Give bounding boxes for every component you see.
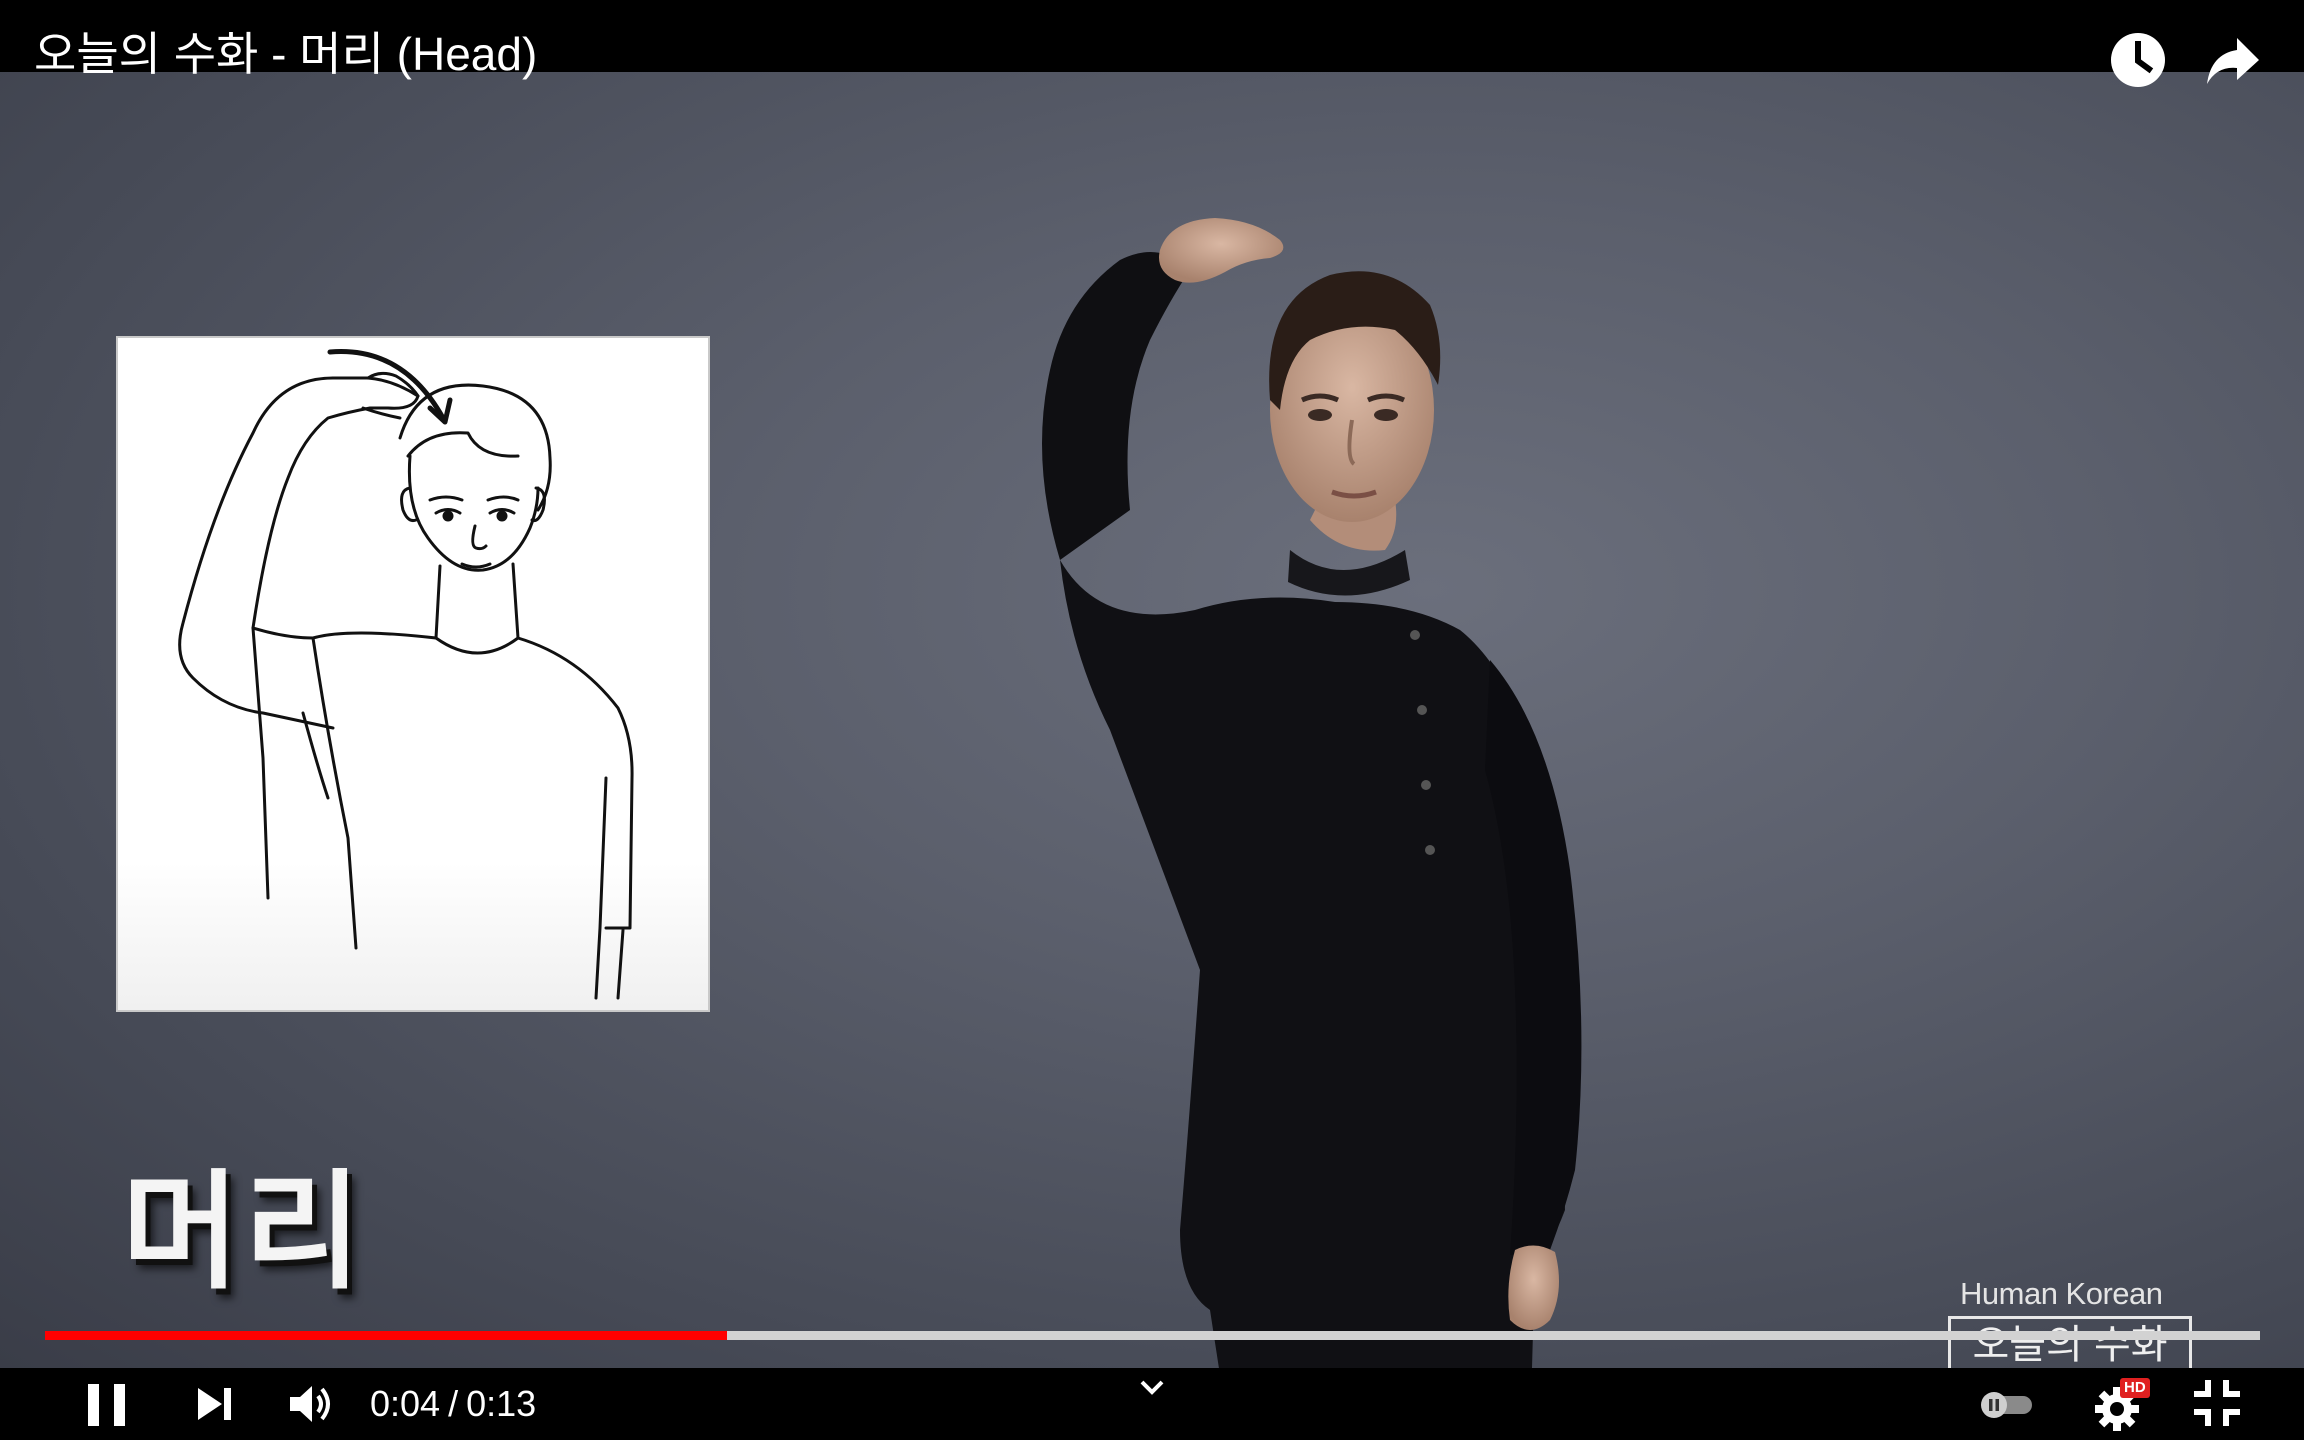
video-frame[interactable]: 머리 Human Korean 오늘의 수화 <box>0 70 2304 1368</box>
caption-word: 머리 <box>122 1157 366 1307</box>
autoplay-toggle-icon[interactable] <box>1976 1388 2036 1420</box>
sign-illustration <box>116 336 710 1012</box>
clock-icon[interactable] <box>2108 30 2168 90</box>
watermark-line2: 오늘의 수화 <box>1972 1323 2168 1367</box>
current-time: 0:04 <box>370 1383 441 1424</box>
gear-icon[interactable]: HD <box>2092 1376 2156 1434</box>
pause-icon[interactable] <box>82 1376 132 1432</box>
hd-badge: HD <box>2120 1378 2150 1398</box>
time-separator: / <box>448 1383 459 1424</box>
watermark-box: 오늘의 수화 <box>1948 1316 2192 1368</box>
presenter-figure <box>1042 218 1582 1368</box>
progress-played <box>45 1331 728 1340</box>
control-bar: 0:04/0:13 HD <box>0 1368 2304 1440</box>
channel-watermark[interactable]: Human Korean 오늘의 수화 <box>1948 1276 2196 1368</box>
video-player[interactable]: 머리 Human Korean 오늘의 수화 오늘의 수화 - 머리 (Head… <box>0 0 2304 1440</box>
time-display: 0:04/0:13 <box>370 1382 536 1426</box>
duration: 0:13 <box>466 1383 537 1424</box>
chevron-down-icon[interactable] <box>1134 1372 1170 1402</box>
illustration-drawing <box>178 349 634 1000</box>
watermark-line1: Human Korean <box>1960 1276 2163 1311</box>
progress-bar[interactable] <box>45 1331 2260 1340</box>
skip-next-icon[interactable] <box>196 1378 236 1430</box>
exit-fullscreen-icon[interactable] <box>2192 1378 2242 1428</box>
video-title[interactable]: 오늘의 수화 - 머리 (Head) <box>34 28 537 80</box>
volume-icon[interactable] <box>286 1378 338 1430</box>
share-arrow-icon[interactable] <box>2203 30 2263 90</box>
